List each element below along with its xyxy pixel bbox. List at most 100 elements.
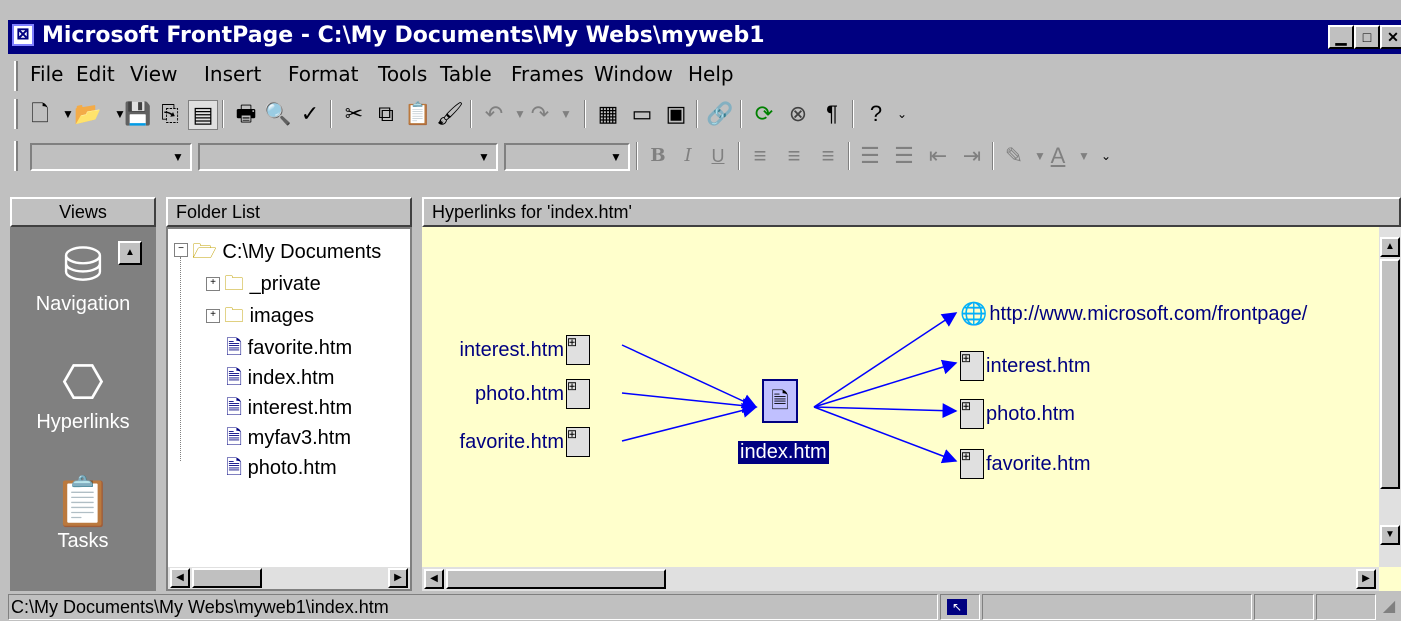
center-node-label[interactable]: index.htm xyxy=(738,441,829,464)
scroll-right-button[interactable]: ▶ xyxy=(388,568,408,588)
collapse-root-icon[interactable]: − xyxy=(174,243,188,257)
insert-component-icon[interactable]: ▦ xyxy=(594,100,622,128)
canvas-hscrollbar[interactable]: ◀ ▶ xyxy=(422,567,1379,591)
print-icon[interactable]: 🖶 xyxy=(232,100,260,128)
folder-hscrollbar[interactable]: ◀ ▶ xyxy=(168,567,410,589)
spelling-icon[interactable]: ✓ xyxy=(296,100,324,128)
maximize-button[interactable]: □ xyxy=(1354,25,1380,49)
bulleted-list-icon[interactable]: ☰ xyxy=(890,142,918,170)
canvas-vscrollbar[interactable]: ▲ ▼ xyxy=(1379,227,1401,567)
hyperlink-icon[interactable]: 🔗 xyxy=(706,100,734,128)
redo-dropdown-icon[interactable]: ▼ xyxy=(552,100,580,128)
format-toolbar-gripper[interactable] xyxy=(14,141,18,171)
paste-icon[interactable]: 📋 xyxy=(404,100,432,128)
tree-item-favorite[interactable]: 🗎 favorite.htm xyxy=(226,333,352,367)
link-arrow-interest-in xyxy=(621,344,758,409)
tree-item-private[interactable]: 🗀 _private xyxy=(224,269,321,303)
folder-list-toggle-icon[interactable]: ▤ xyxy=(188,100,218,130)
decrease-indent-icon[interactable]: ⇤ xyxy=(924,142,952,170)
menu-format[interactable]: Format xyxy=(288,62,358,86)
outgoing-node-photo[interactable]: ⊞ photo.htm xyxy=(960,399,1075,429)
align-right-icon[interactable]: ≡ xyxy=(814,142,842,170)
toolbar-options-icon[interactable]: ⌄ xyxy=(888,100,916,128)
frontpage-app-icon[interactable]: ⊠ xyxy=(12,24,34,46)
align-center-icon[interactable]: ≡ xyxy=(780,142,808,170)
font-color-icon[interactable]: A xyxy=(1044,142,1072,170)
insert-table-icon[interactable]: ▭ xyxy=(628,100,656,128)
stop-icon[interactable]: ⊗ xyxy=(784,100,812,128)
tree-item-photo[interactable]: 🗎 photo.htm xyxy=(226,453,337,487)
minimize-button[interactable]: ▁ xyxy=(1328,25,1354,49)
copy-icon[interactable]: ⧉ xyxy=(372,100,400,128)
menu-view[interactable]: View xyxy=(130,62,177,86)
highlight-icon[interactable]: ✎ xyxy=(1000,142,1028,170)
refresh-icon[interactable]: ⟳ xyxy=(750,100,778,128)
align-left-icon[interactable]: ≡ xyxy=(746,142,774,170)
font-size-select[interactable]: ▼ xyxy=(504,143,630,171)
view-navigation[interactable]: ⛁ Navigation xyxy=(10,237,156,316)
incoming-node-interest[interactable]: interest.htm ⊞ xyxy=(460,335,590,365)
print-preview-icon[interactable]: 🔍 xyxy=(264,100,292,128)
menu-gripper[interactable] xyxy=(14,61,18,91)
scroll-left-button[interactable]: ◀ xyxy=(170,568,190,588)
outgoing-node-interest[interactable]: ⊞ interest.htm xyxy=(960,351,1090,381)
incoming-node-favorite[interactable]: favorite.htm ⊞ xyxy=(460,427,590,457)
italic-icon[interactable]: I xyxy=(674,142,702,170)
font-select[interactable]: ▼ xyxy=(198,143,498,171)
save-icon[interactable]: 💾 xyxy=(124,100,152,128)
link-arrow-interest-out xyxy=(813,359,958,408)
scroll-down-button[interactable]: ▼ xyxy=(1380,525,1400,545)
incoming-node-photo[interactable]: photo.htm ⊞ xyxy=(475,379,590,409)
web-page-globe-icon: 🌐 xyxy=(960,301,988,326)
scroll-thumb[interactable] xyxy=(192,568,262,588)
scroll-thumb[interactable] xyxy=(446,569,666,589)
open-icon[interactable]: 📂 xyxy=(74,100,102,128)
toolbar-separator xyxy=(696,100,698,128)
cut-icon[interactable]: ✂ xyxy=(340,100,368,128)
tree-item-label: myfav3.htm xyxy=(247,427,352,449)
outgoing-node-favorite[interactable]: ⊞ favorite.htm xyxy=(960,449,1090,479)
new-page-icon[interactable]: 🗋 xyxy=(26,100,54,128)
resize-grip-icon[interactable]: ◢ xyxy=(1378,596,1400,618)
tree-item-images[interactable]: 🗀 images xyxy=(224,301,314,335)
menu-window[interactable]: Window xyxy=(594,62,673,86)
tree-item-index[interactable]: 🗎 index.htm xyxy=(226,363,334,397)
expand-images-icon[interactable]: + xyxy=(206,309,220,323)
numbered-list-icon[interactable]: ☰ xyxy=(856,142,884,170)
view-hyperlinks[interactable]: ⎔ Hyperlinks xyxy=(10,355,156,434)
increase-indent-icon[interactable]: ⇥ xyxy=(958,142,986,170)
scroll-up-button[interactable]: ▲ xyxy=(1380,237,1400,257)
menu-file[interactable]: File xyxy=(30,62,63,86)
expand-private-icon[interactable]: + xyxy=(206,277,220,291)
toolbar-gripper[interactable] xyxy=(14,99,18,129)
help-icon[interactable]: ? xyxy=(862,100,890,128)
center-page-icon[interactable]: 🗎 xyxy=(762,379,798,423)
scroll-thumb[interactable] xyxy=(1380,259,1400,489)
menu-insert[interactable]: Insert xyxy=(204,62,261,86)
show-all-icon[interactable]: ¶ xyxy=(818,100,846,128)
undo-icon[interactable]: ↶ xyxy=(480,100,508,128)
redo-icon[interactable]: ↷ xyxy=(526,100,554,128)
hyperlinks-canvas[interactable]: interest.htm ⊞ photo.htm ⊞ favorite.htm … xyxy=(422,227,1401,591)
tree-item-interest[interactable]: 🗎 interest.htm xyxy=(226,393,352,427)
menu-edit[interactable]: Edit xyxy=(76,62,115,86)
underline-icon[interactable]: U xyxy=(704,142,732,170)
format-painter-icon[interactable]: 🖌 xyxy=(436,100,464,128)
menu-table[interactable]: Table xyxy=(440,62,492,86)
outgoing-node-url[interactable]: 🌐 http://www.microsoft.com/frontpage/ xyxy=(960,301,1307,327)
format-toolbar-options-icon[interactable]: ⌄ xyxy=(1092,142,1120,170)
view-tasks[interactable]: 📋 Tasks xyxy=(10,473,156,553)
style-select[interactable]: ▼ xyxy=(30,143,192,171)
scroll-right-button[interactable]: ▶ xyxy=(1356,569,1376,589)
menu-help[interactable]: Help xyxy=(688,62,734,86)
tree-root[interactable]: 🗁 C:\My Documents xyxy=(192,237,381,271)
insert-image-icon[interactable]: ▣ xyxy=(662,100,690,128)
menu-tools[interactable]: Tools xyxy=(378,62,427,86)
scroll-left-button[interactable]: ◀ xyxy=(424,569,444,589)
menu-frames[interactable]: Frames xyxy=(511,62,584,86)
close-button[interactable]: ✕ xyxy=(1380,25,1401,49)
bold-icon[interactable]: B xyxy=(644,142,672,170)
tree-item-myfav3[interactable]: 🗎 myfav3.htm xyxy=(226,423,351,457)
publish-icon[interactable]: ⎘ xyxy=(156,100,184,128)
views-bar: ▲ ⛁ Navigation ⎔ Hyperlinks 📋 Tasks xyxy=(10,227,156,591)
